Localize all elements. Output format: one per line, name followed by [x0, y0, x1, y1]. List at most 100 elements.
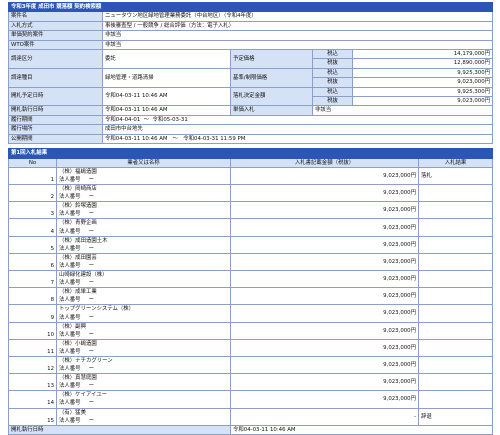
results-title: 第1回入札結果	[7, 148, 494, 159]
field-label: 調達種目	[8, 67, 103, 88]
corp-number-value: ー	[88, 211, 94, 218]
field-label: 開札執行日時	[8, 105, 103, 116]
tax-label: 税込	[312, 49, 353, 60]
table-row: 14 （株）ケイアイユー 法人番号ー 9,023,000円	[8, 390, 494, 409]
award-taxex: 9,023,000円	[351, 96, 494, 107]
bid-result	[417, 321, 494, 340]
col-amount-header: 入札書記載金額（税抜）	[230, 157, 419, 168]
tax-label: 税抜	[312, 96, 353, 107]
bidder-name-cell: トップグリーンシステム（株） 法人番号ー	[56, 304, 231, 323]
bid-result	[417, 338, 494, 357]
corp-number-value: ー	[88, 228, 94, 235]
corp-number-line: 法人番号ー	[59, 245, 228, 253]
bidder-no: 10	[8, 321, 57, 340]
bidder-no: 3	[8, 201, 57, 220]
wto-value: 非該当	[101, 39, 494, 51]
table-row: 4 （株）青野企画 法人番号ー 9,023,000円	[8, 218, 494, 237]
bid-results-table: 第1回入札結果 No 業者又は名称 入札書記載金額（税抜） 入札結果 1 （株）福…	[7, 148, 494, 435]
table-row: 5 （株）成田造園土木 法人番号ー 9,023,000円	[8, 235, 494, 254]
corp-number-value: ー	[88, 194, 94, 201]
col-no-header: No	[8, 157, 57, 168]
corp-number-label: 法人番号	[59, 366, 81, 373]
corp-number-line: 法人番号ー	[59, 228, 228, 236]
corp-number-label: 法人番号	[59, 228, 81, 235]
bidder-name: （株）ケイアイユー	[59, 392, 108, 399]
bidder-name-cell: （株）ケイアイユー 法人番号ー	[56, 390, 231, 409]
open-date-value: 令和04-03-11 10:46 AM	[102, 86, 231, 107]
field-label: 調達区分	[8, 49, 103, 69]
bidder-name: トップグリーンシステム（株）	[59, 306, 135, 313]
bid-result	[417, 373, 494, 392]
bid-amount: 9,023,000円	[230, 184, 419, 203]
corp-number-value: ー	[88, 348, 94, 355]
bid-amount: 9,023,000円	[230, 338, 419, 357]
col-name-header: 業者又は名称	[56, 157, 231, 168]
bidder-name: 山崎緑化建設（株）	[59, 272, 108, 279]
bidder-name: （株）岡崎商店	[59, 186, 97, 193]
bidder-name: （株）青野企画	[59, 220, 97, 227]
bid-result	[417, 270, 494, 289]
bidder-name-cell: （株）副興 法人番号ー	[56, 321, 231, 340]
field-label: 履行期間	[8, 114, 103, 126]
bidder-no: 6	[8, 252, 57, 272]
bid-amount: 9,023,000円	[230, 270, 419, 289]
corp-number-label: 法人番号	[59, 400, 81, 407]
unit-bid-value: 非該当	[311, 105, 494, 116]
table-row: 12 （株）ナチカグリーン 法人番号ー 9,023,000円	[8, 355, 494, 375]
bid-result	[417, 287, 494, 306]
bidder-name-cell: （株）福嶋造園 法人番号 ー	[56, 166, 231, 186]
table-row: 6 （株）成田園芸 法人番号ー 9,023,000円	[8, 252, 494, 272]
corp-number-line: 法人番号ー	[59, 210, 228, 218]
bidder-no: 4	[8, 218, 57, 237]
table-row: 7 山崎緑化建設（株） 法人番号ー 9,023,000円	[8, 270, 494, 289]
corp-number-value: ー	[88, 245, 94, 252]
field-label: 単価入札	[230, 105, 313, 116]
bid-result	[417, 184, 494, 203]
corp-number-label: 法人番号	[59, 245, 81, 252]
bid-amount: 9,023,000円	[230, 355, 419, 375]
corp-number-value: ー	[88, 314, 94, 321]
planned-price-taxin: 14,179,000円	[351, 49, 494, 60]
exec-date-value: 令和04-03-11 10:46 AM	[102, 105, 231, 116]
corp-number-value: ー	[88, 366, 94, 373]
field-label: 公開期間	[8, 133, 103, 145]
public-from: 令和04-03-11 10:46 AM	[105, 135, 168, 142]
bid-result	[417, 201, 494, 220]
bid-amount: 9,023,000円	[230, 390, 419, 409]
corp-number-line: 法人番号ー	[59, 176, 228, 184]
corp-number-value: ー	[88, 417, 94, 424]
category-value: 委託	[102, 49, 231, 69]
bid-result	[417, 252, 494, 272]
bid-amount: 9,023,000円	[230, 166, 419, 186]
tax-label: 税込	[312, 86, 353, 98]
corp-number-value: ー	[88, 400, 94, 407]
col-result-header: 入札結果	[417, 157, 494, 168]
type-value: 緑地管理・道路清掃	[102, 67, 231, 88]
corp-number-label: 法人番号	[59, 280, 81, 287]
bidder-name-cell: （株）小嶋造園 法人番号ー	[56, 338, 231, 357]
bidder-no: 13	[8, 373, 57, 392]
field-label: 予定価格	[230, 49, 313, 69]
planned-price-taxex: 12,890,000円	[351, 58, 494, 69]
bidder-name-cell: 山崎緑化建設（株） 法人番号ー	[56, 270, 231, 289]
corp-number-line: 法人番号ー	[59, 262, 228, 270]
corp-number-line: 法人番号ー	[59, 417, 228, 425]
corp-number-value: ー	[88, 280, 94, 287]
corp-number-line: 法人番号ー	[59, 193, 228, 201]
corp-number-value: ー	[88, 383, 94, 390]
footer-label: 開札執行日時	[8, 424, 231, 435]
bid-result	[417, 355, 494, 375]
page-title: 令和3年度 成田市 競落額 契約検索額	[7, 1, 494, 13]
bidder-name-cell: （株）成田造園土木 法人番号ー	[56, 235, 231, 254]
corp-number-label: 法人番号	[59, 314, 81, 321]
field-label: 入札方式	[8, 20, 103, 32]
field-label: 基準/制限価格	[230, 67, 313, 88]
sanction-value: 非該当	[101, 30, 494, 41]
bidder-name-cell: （株）青野企画 法人番号ー	[56, 218, 231, 237]
corp-number-line: 法人番号ー	[59, 365, 228, 373]
corp-number-label: 法人番号	[59, 348, 81, 355]
bid-result	[417, 235, 494, 254]
bid-amount: 9,023,000円	[230, 287, 419, 306]
bidder-name: （株）福嶋造園	[59, 168, 97, 175]
field-label: 単価契約案件	[8, 30, 103, 41]
